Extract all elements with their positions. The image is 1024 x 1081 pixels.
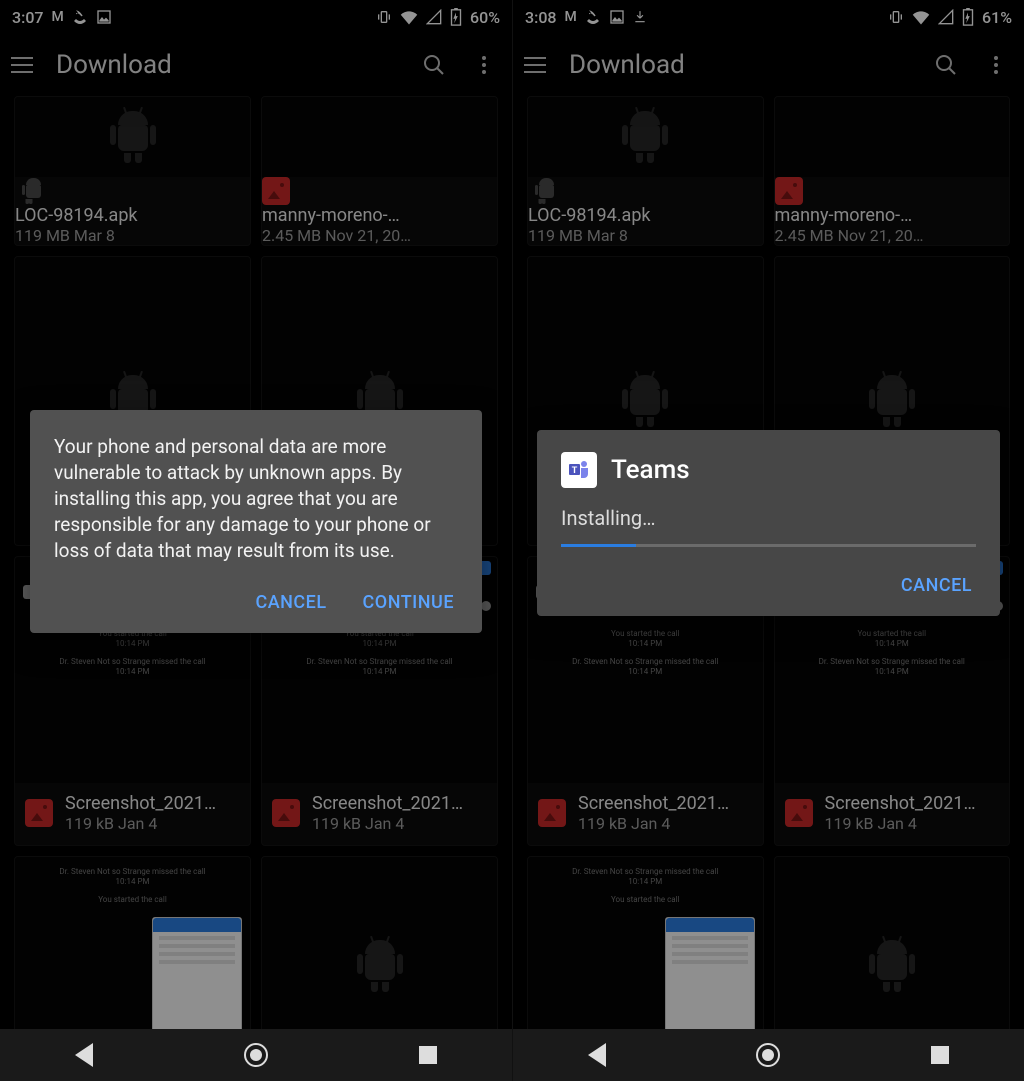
recents-button[interactable] — [419, 1046, 437, 1064]
left-screenshot: 3:07 M 60% Download LOC-98194.apk119 MB … — [0, 0, 512, 1081]
dialog-body: Your phone and personal data are more vu… — [54, 434, 458, 564]
cancel-button[interactable]: CANCEL — [897, 569, 976, 602]
nav-bar — [513, 1029, 1024, 1081]
back-button[interactable] — [588, 1043, 606, 1067]
progress-bar — [561, 544, 976, 547]
right-screenshot: 3:08 M 61% Download LOC-98194.apk119 MB … — [512, 0, 1024, 1081]
cancel-button[interactable]: CANCEL — [251, 586, 330, 619]
home-button[interactable] — [756, 1043, 780, 1067]
continue-button[interactable]: CONTINUE — [359, 586, 458, 619]
install-warning-dialog: Your phone and personal data are more vu… — [30, 410, 482, 633]
recents-button[interactable] — [931, 1046, 949, 1064]
nav-bar — [0, 1029, 512, 1081]
teams-app-icon: T — [561, 452, 597, 488]
install-status: Installing… — [561, 506, 976, 530]
back-button[interactable] — [75, 1043, 93, 1067]
home-button[interactable] — [244, 1043, 268, 1067]
install-progress-dialog: T Teams Installing… CANCEL — [537, 430, 1000, 616]
app-name: Teams — [611, 455, 690, 485]
svg-text:T: T — [572, 465, 578, 475]
